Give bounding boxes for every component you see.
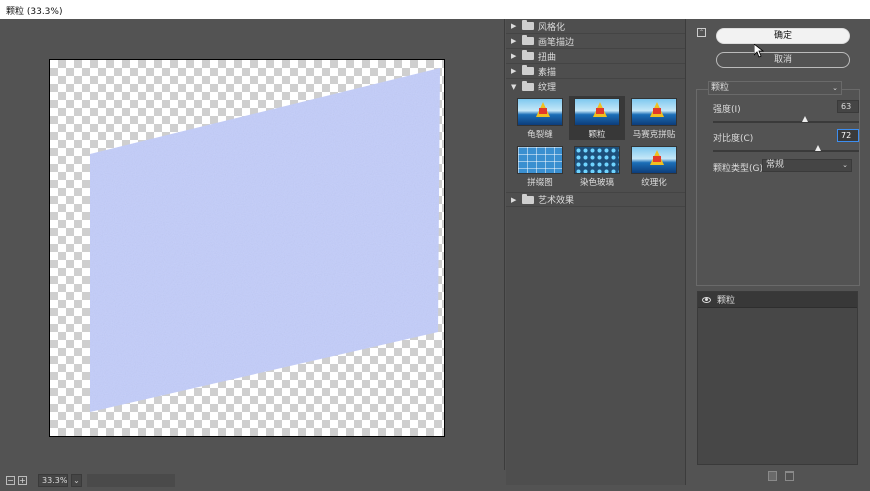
effect-layer-row[interactable]: 颗粒 (698, 292, 857, 308)
group-stylize[interactable]: ▶ 风格化 (506, 19, 685, 34)
thumbnail-image (574, 146, 620, 174)
group-label: 画笔描边 (538, 37, 575, 48)
thumbnail-image (517, 146, 563, 174)
filter-select[interactable]: 颗粒 ⌄ (708, 81, 842, 95)
group-distort[interactable]: ▶ 扭曲 (506, 49, 685, 64)
thumb-grain[interactable]: 颗粒 (569, 96, 625, 140)
grain-type-select[interactable]: 常规 ⌄ (762, 159, 852, 172)
collapse-arrow-icon: ▼ (511, 82, 517, 91)
group-label: 艺术效果 (538, 196, 575, 206)
chevron-down-icon: ⌄ (832, 84, 838, 92)
preview-canvas[interactable] (49, 59, 445, 437)
group-label: 素描 (538, 67, 557, 78)
group-texture[interactable]: ▼ 纹理 (506, 79, 685, 94)
folder-open-icon (522, 80, 534, 91)
mouse-cursor-icon (754, 44, 764, 58)
group-sketch[interactable]: ▶ 素描 (506, 64, 685, 79)
folder-icon (522, 50, 534, 60)
thumbnail-label: 染色玻璃 (579, 178, 614, 188)
eye-icon[interactable] (702, 296, 711, 303)
filter-options-group: 强度(I) 63 对比度(C) 72 颗粒类型(G): (696, 89, 860, 286)
thumb-texturizer[interactable]: 纹理化 (626, 144, 682, 188)
thumbnail-image (574, 98, 620, 126)
contrast-input[interactable]: 72 (837, 129, 859, 142)
thumb-patchwork[interactable]: 拼缀图 (512, 144, 568, 188)
layer-footer (768, 471, 794, 481)
thumbnail-label: 纹理化 (641, 178, 667, 188)
thumb-craquelure[interactable]: 龟裂缝 (512, 96, 568, 140)
zoom-dropdown-button[interactable]: ⌄ (71, 474, 82, 487)
thumbnail-image (631, 146, 677, 174)
filter-gallery: ▶ 风格化 ▶ 画笔描边 ▶ 扭曲 ▶ 素描 ▼ 纹理 龟裂缝 颗粒 马赛克拼贴 (506, 19, 686, 485)
expand-arrow-icon: ▶ (511, 67, 517, 75)
options-panel: ⌃ 确定 取消 强度(I) 63 对比度(C) 72 颗粒类型(G): 常规 ⌄… (687, 19, 870, 491)
folder-icon (522, 65, 534, 75)
expand-arrow-icon: ▶ (511, 52, 517, 60)
group-label: 扭曲 (538, 52, 557, 63)
grain-type-value: 常规 (766, 160, 785, 170)
thumbnail-label: 颗粒 (588, 130, 606, 140)
thumbnail-image (631, 98, 677, 126)
effect-layer-label: 颗粒 (717, 296, 736, 306)
group-artistic[interactable]: ▶ 艺术效果 (506, 192, 685, 207)
grain-type-label: 颗粒类型(G): (713, 164, 767, 174)
thumbnail-label: 拼缀图 (527, 178, 553, 188)
window-title: 颗粒 (33.3%) (0, 0, 870, 19)
collapse-gallery-button[interactable]: ⌃ (697, 28, 706, 37)
intensity-input[interactable]: 63 (837, 100, 859, 113)
expand-arrow-icon: ▶ (511, 22, 517, 30)
expand-arrow-icon: ▶ (511, 37, 517, 45)
slider-thumb[interactable] (815, 145, 822, 151)
zoom-level-field[interactable]: 33.3% (38, 474, 68, 487)
trash-icon[interactable] (785, 471, 794, 481)
thumbnail-image (517, 98, 563, 126)
chevron-down-icon: ⌄ (842, 161, 848, 169)
thumbnail-label: 马赛克拼贴 (632, 130, 676, 140)
new-effect-layer-icon[interactable] (768, 471, 777, 481)
group-label: 风格化 (538, 22, 566, 33)
zoom-bar-filler (87, 474, 175, 487)
transformed-shape (90, 68, 440, 412)
folder-icon (522, 35, 534, 45)
contrast-slider[interactable] (713, 145, 859, 152)
blue-quad-shape (90, 68, 440, 412)
texture-thumbnails: 龟裂缝 颗粒 马赛克拼贴 拼缀图 染色玻璃 纹理化 (506, 94, 685, 192)
zoom-out-button[interactable]: − (6, 476, 15, 485)
zoom-in-button[interactable]: + (18, 476, 27, 485)
effect-layers-list: 颗粒 (697, 291, 858, 465)
thumbnail-label: 龟裂缝 (527, 130, 553, 140)
slider-thumb[interactable] (801, 116, 808, 122)
zoom-bar: − + 33.3% ⌄ (0, 470, 505, 491)
folder-icon (522, 20, 534, 30)
thumb-stained-glass[interactable]: 染色玻璃 (569, 144, 625, 188)
contrast-label: 对比度(C) (713, 134, 754, 144)
intensity-label: 强度(I) (713, 105, 741, 115)
cancel-button[interactable]: 取消 (716, 52, 850, 68)
ok-button[interactable]: 确定 (716, 28, 850, 44)
group-label: 纹理 (538, 83, 557, 93)
thumb-mosaic-tiles[interactable]: 马赛克拼贴 (626, 96, 682, 140)
preview-area[interactable] (0, 19, 505, 470)
folder-icon (522, 193, 534, 204)
group-brush-strokes[interactable]: ▶ 画笔描边 (506, 34, 685, 49)
expand-arrow-icon: ▶ (511, 195, 517, 204)
intensity-slider[interactable] (713, 116, 859, 123)
filter-select-value: 颗粒 (711, 83, 730, 93)
